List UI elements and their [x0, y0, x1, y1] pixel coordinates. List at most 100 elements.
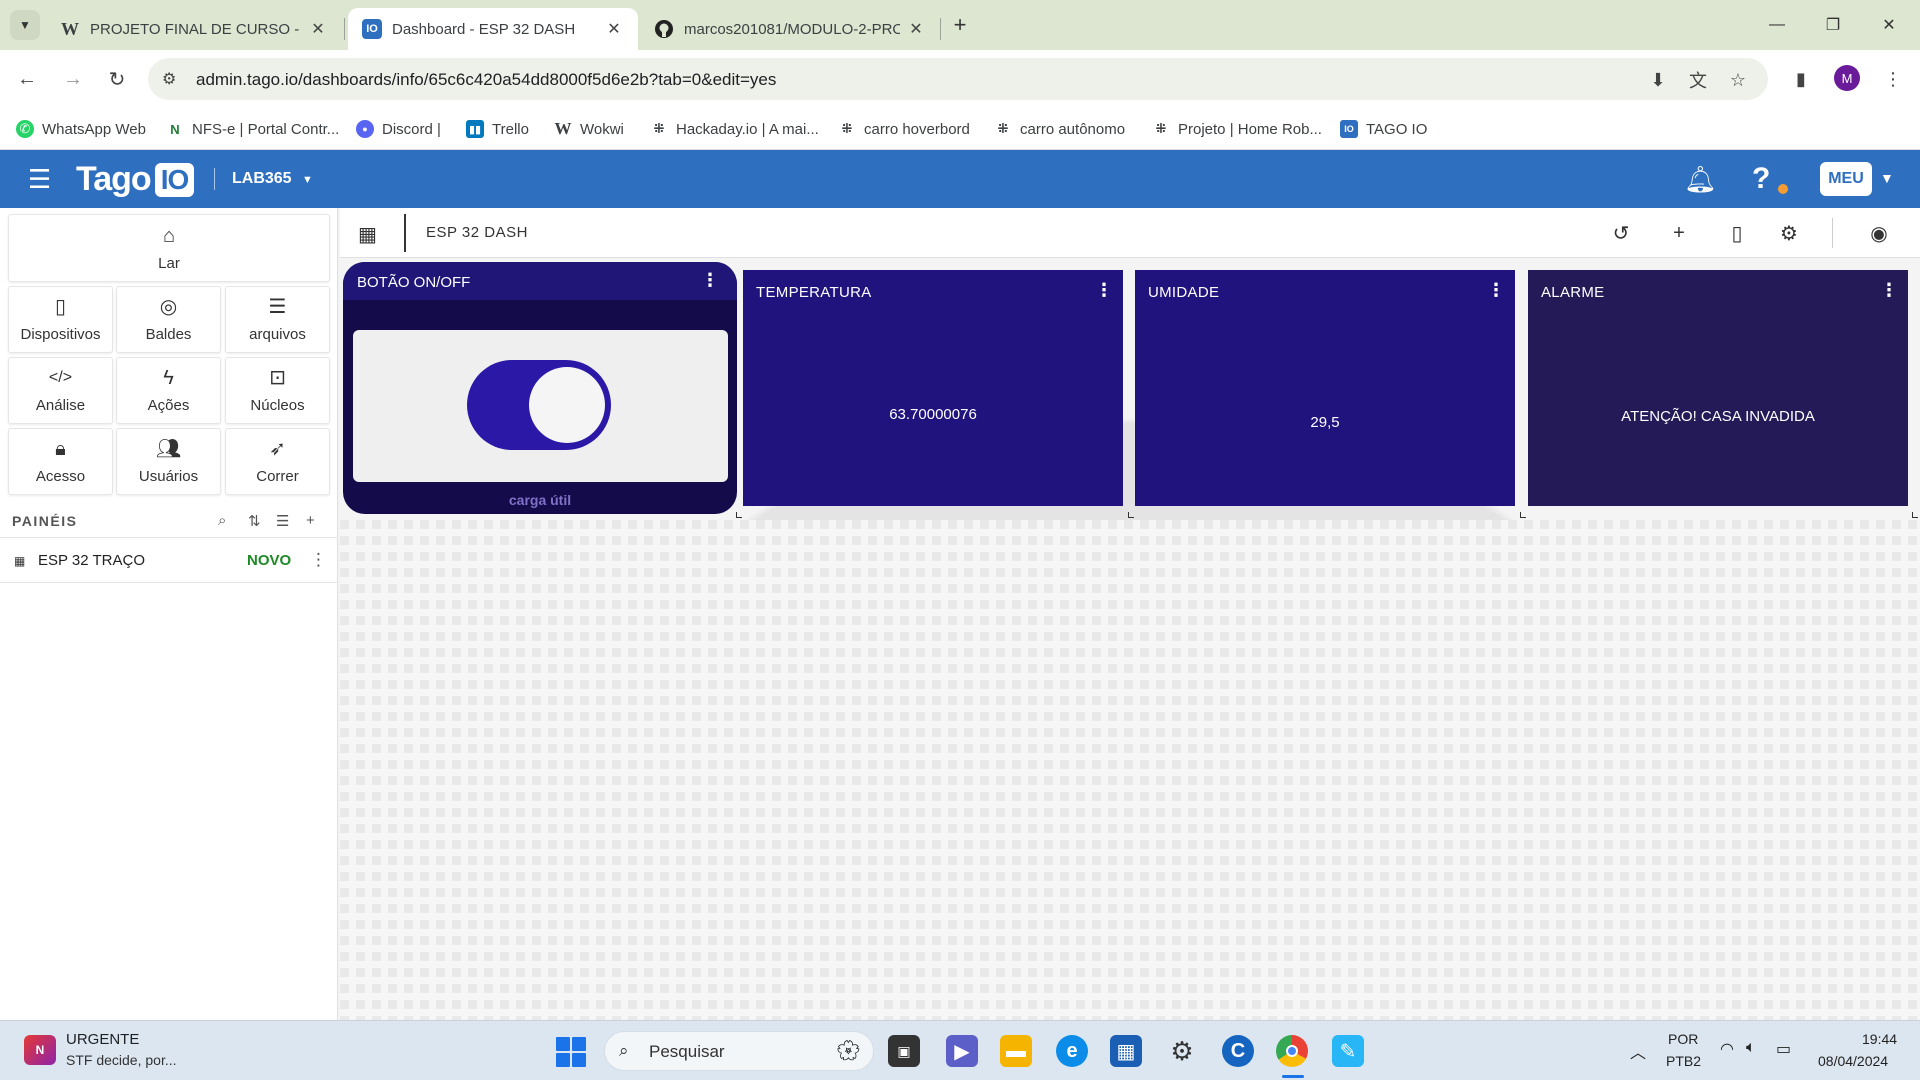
back-arrow-icon[interactable]: ← [12, 64, 42, 94]
translate-icon[interactable]: 文 [1686, 68, 1710, 92]
hamburger-menu-icon[interactable]: ☰ [28, 166, 51, 192]
side-panel-icon[interactable]: ▮ [1786, 64, 1816, 94]
sidebar-item-cores[interactable]: ⊡ Núcleos [225, 357, 330, 424]
user-menu-button[interactable]: MEU [1820, 162, 1872, 196]
browser-tab-projeto[interactable]: W PROJETO FINAL DE CURSO - W ✕ [46, 8, 342, 50]
tab-search-dropdown-icon[interactable]: ▼ [10, 10, 40, 40]
sidebar-item-actions[interactable]: ϟ Ações [116, 357, 221, 424]
kebab-menu-icon[interactable]: ⋮ [701, 270, 719, 291]
bookmark-trello[interactable]: ▮▮ Trello [466, 116, 529, 142]
kebab-menu-icon[interactable]: ⋮ [1487, 280, 1505, 301]
edge-icon[interactable]: e [1056, 1035, 1088, 1067]
sidebar-item-analysis[interactable]: </> Análise [8, 357, 113, 424]
task-view-icon[interactable]: ▣ [888, 1035, 920, 1067]
keyboard-layout[interactable]: PTB2 [1666, 1053, 1701, 1069]
close-window-icon[interactable]: ✕ [1866, 8, 1912, 42]
store-icon[interactable]: ▦ [1110, 1035, 1142, 1067]
resize-handle-icon[interactable] [736, 512, 742, 518]
news-widget-icon[interactable]: N [24, 1035, 56, 1065]
news-title[interactable]: URGENTE [66, 1031, 139, 1048]
volume-icon[interactable]: 🔈︎ [1746, 1039, 1756, 1057]
bookmark-nfse[interactable]: N NFS-e | Portal Contr... [166, 116, 339, 142]
close-tab-icon[interactable]: ✕ [308, 19, 328, 39]
wifi-icon[interactable]: ◠ [1720, 1039, 1734, 1059]
add-widget-icon[interactable]: + [1666, 220, 1692, 246]
site-settings-icon[interactable]: ⚙ [162, 69, 176, 89]
settings-gear-icon[interactable]: ⚙ [1166, 1035, 1198, 1067]
profile-selector[interactable]: LAB365 ▼ [232, 170, 313, 188]
resize-handle-icon[interactable] [1912, 512, 1918, 518]
browser-tab-dashboard[interactable]: IO Dashboard - ESP 32 DASH ✕ [348, 8, 638, 50]
bookmark-carro-hoverbord[interactable]: ⁜ carro hoverbord [838, 116, 970, 142]
on-off-toggle[interactable] [467, 360, 611, 450]
reload-icon[interactable]: ↻ [102, 64, 132, 94]
file-explorer-icon[interactable]: ▬ [1000, 1035, 1032, 1067]
windows-start-icon[interactable] [556, 1037, 586, 1067]
bookmark-tago[interactable]: IO TAGO IO [1340, 116, 1427, 142]
sidebar-item-users[interactable]: 👥︎ Usuários [116, 428, 221, 495]
taskbar-search-input[interactable]: ⌕ Pesquisar 🌸︎ [604, 1031, 874, 1071]
address-bar[interactable]: ⚙ admin.tago.io/dashboards/info/65c6c420… [148, 58, 1768, 100]
clock-date[interactable]: 08/04/2024 [1818, 1053, 1888, 1069]
battery-icon[interactable]: ▭ [1776, 1039, 1791, 1059]
bookmark-wokwi[interactable]: W Wokwi [554, 116, 624, 142]
history-icon[interactable]: ↺ [1608, 220, 1634, 246]
sidebar-item-buckets[interactable]: ◎ Baldes [116, 286, 221, 353]
tago-favicon-icon: IO [1340, 120, 1358, 138]
bookmark-star-icon[interactable]: ☆ [1726, 68, 1750, 92]
tago-logo[interactable]: Tago IO [76, 160, 195, 199]
app-circle-icon[interactable]: C [1222, 1035, 1254, 1067]
logo-text: Tago [76, 160, 152, 198]
kebab-menu-icon[interactable]: ⋮ [1095, 280, 1113, 301]
resize-handle-icon[interactable] [1520, 512, 1526, 518]
bookmark-carro-autonomo[interactable]: ⁜ carro autônomo [994, 116, 1126, 142]
gear-icon[interactable]: ⚙ [1776, 220, 1802, 246]
sidebar-item-home[interactable]: ⌂ Lar [8, 214, 330, 282]
switch-widget: BOTÃO ON/OFF ⋮ carga útil [343, 262, 737, 514]
chrome-icon[interactable] [1276, 1035, 1308, 1067]
sort-icon[interactable]: ⇅ [248, 512, 261, 530]
browser-menu-icon[interactable]: ⋮ [1878, 64, 1908, 94]
add-icon[interactable]: + [306, 512, 315, 529]
bookmark-whatsapp[interactable]: ✆ WhatsApp Web [16, 116, 146, 142]
new-tab-button[interactable]: + [945, 10, 975, 40]
url-text[interactable]: admin.tago.io/dashboards/info/65c6c420a5… [196, 70, 776, 90]
search-placeholder: Pesquisar [649, 1042, 725, 1061]
minimize-icon[interactable]: — [1754, 8, 1800, 42]
sidebar-item-access[interactable]: 🔒︎ Acesso [8, 428, 113, 495]
browser-tab-github[interactable]: marcos201081/MODULO-2-PRO ✕ [640, 8, 940, 50]
mobile-view-icon[interactable]: ▯ [1724, 220, 1750, 246]
show-hidden-icons-icon[interactable]: ︿ [1630, 1039, 1646, 1063]
teams-icon[interactable]: ▶ [946, 1035, 978, 1067]
forward-arrow-icon[interactable]: → [58, 64, 88, 94]
sidebar-item-run[interactable]: ➶ Correr [225, 428, 330, 495]
paint-icon[interactable]: ✎ [1332, 1035, 1364, 1067]
restore-icon[interactable]: ❐ [1810, 8, 1856, 42]
close-tab-icon[interactable]: ✕ [906, 19, 926, 39]
hackaday-icon: ⁜ [997, 121, 1009, 136]
sidebar-item-files[interactable]: ☰ arquivos [225, 286, 330, 353]
eye-icon[interactable]: ◉ [1866, 220, 1892, 246]
kebab-menu-icon[interactable]: ⋮ [1880, 280, 1898, 301]
list-view-icon[interactable]: ☰ [276, 512, 289, 530]
close-tab-icon[interactable]: ✕ [604, 19, 624, 39]
resize-handle-icon[interactable] [1128, 512, 1134, 518]
search-icon[interactable]: ⌕ [218, 512, 226, 529]
list-item[interactable]: ▦ ESP 32 TRAÇO NOVO ⋮ [0, 539, 338, 583]
caret-down-icon[interactable]: ▼ [1880, 170, 1894, 186]
code-icon: </> [48, 369, 73, 386]
news-subtitle[interactable]: STF decide, por... [66, 1052, 177, 1068]
sidebar-item-label: Dispositivos [20, 326, 101, 343]
bookmark-hackaday[interactable]: ⁜ Hackaday.io | A mai... [650, 116, 819, 142]
profile-avatar[interactable]: M [1834, 65, 1860, 91]
bookmark-projeto[interactable]: ⁜ Projeto | Home Rob... [1152, 116, 1322, 142]
install-app-icon[interactable]: ⬇ [1646, 68, 1670, 92]
clock-time[interactable]: 19:44 [1862, 1031, 1897, 1047]
help-icon[interactable]: ? [1752, 162, 1770, 196]
kebab-menu-icon[interactable]: ⋮ [310, 550, 327, 570]
dashboard-grid-icon[interactable]: ▦ [358, 222, 377, 247]
bookmark-discord[interactable]: ● Discord | [356, 116, 441, 142]
language-indicator[interactable]: POR [1668, 1031, 1698, 1047]
sidebar-item-devices[interactable]: ▯ Dispositivos [8, 286, 113, 353]
bell-icon[interactable]: 🔔︎ [1684, 164, 1717, 195]
